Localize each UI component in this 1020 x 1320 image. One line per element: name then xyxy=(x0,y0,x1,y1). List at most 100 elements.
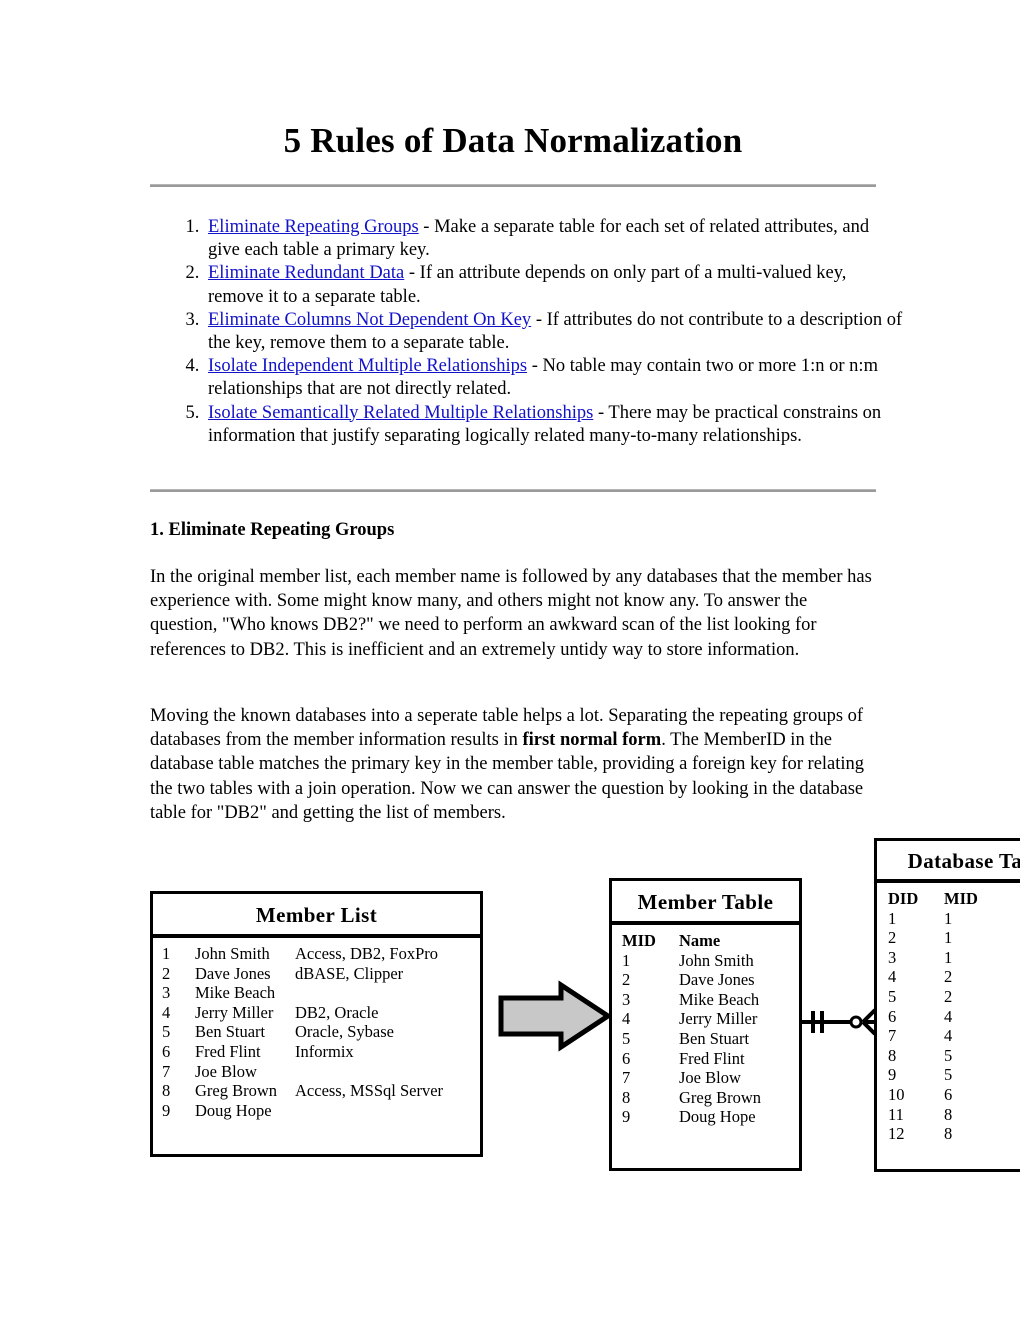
table-row: 85 xyxy=(888,1046,1020,1066)
member-list-cell-id: 5 xyxy=(162,1022,171,1042)
member-table-cell-mid: 4 xyxy=(622,1009,631,1029)
member-table-cell-name: Greg Brown xyxy=(679,1087,762,1107)
database-table-cell-mid: 2 xyxy=(944,986,953,1006)
database-table-cell-did: 9 xyxy=(888,1065,897,1085)
section-heading: 1. Eliminate Repeating Groups xyxy=(150,520,395,540)
table-row: 21 xyxy=(888,928,1020,948)
member-list-cell-id: 1 xyxy=(162,944,171,963)
database-table-cell-mid: 6 xyxy=(944,1084,953,1104)
rule-link-2[interactable]: Eliminate Redundant Data xyxy=(208,263,404,283)
entity-member-table: Member Table MID Name 1 John Smith 2 Dave Jon… xyxy=(609,878,802,1171)
member-table-cell-name: John Smith xyxy=(679,950,754,970)
database-table-header-mid: MID xyxy=(944,889,978,908)
member-table-cell-name: Jerry Miller xyxy=(679,1009,758,1029)
horizontal-rule-top xyxy=(150,184,876,187)
database-table-cell-mid: 5 xyxy=(944,1065,953,1085)
entity-member-list-title: Member List xyxy=(153,894,480,938)
member-table-cell-mid: 3 xyxy=(622,989,631,1009)
member-list-cell-name: Greg Brown xyxy=(195,1081,278,1101)
table-row: 52 xyxy=(888,987,1020,1007)
member-table-cell-name: Fred Flint xyxy=(679,1048,745,1068)
database-table-cell-mid: 8 xyxy=(944,1124,953,1144)
table-row: 11 8 xyxy=(888,1105,1020,1125)
member-list-cell-id: 4 xyxy=(162,1002,171,1022)
member-list-cell-name: Mike Beach xyxy=(195,983,276,1003)
member-table-cell-name: Ben Stuart xyxy=(679,1028,750,1048)
member-list-cell-name: Doug Hope xyxy=(195,1100,272,1120)
member-table-cell-mid: 1 xyxy=(622,950,631,970)
member-list-cell-databases: Access, MSSql Server xyxy=(295,1081,444,1101)
database-table-cell-mid: 1 xyxy=(944,947,953,967)
rule-list-item: Eliminate Columns Not Dependent On Key -… xyxy=(204,309,904,355)
table-row: 7 Joe Blow xyxy=(622,1068,799,1088)
entity-database-table-title: Database Table xyxy=(877,841,1020,883)
database-table-cell-did: 7 xyxy=(888,1026,897,1046)
rule-list-item: Isolate Semantically Related Multiple Re… xyxy=(204,402,904,448)
member-list-cell-id: 6 xyxy=(162,1041,171,1061)
table-row: 5 Ben Stuart xyxy=(622,1029,799,1049)
database-table-cell-did: 1 xyxy=(888,908,897,928)
member-table-cell-mid: 5 xyxy=(622,1028,631,1048)
member-table-cell-mid: 7 xyxy=(622,1068,631,1088)
member-table-cell-name: Joe Blow xyxy=(679,1068,741,1088)
rule-link-5[interactable]: Isolate Semantically Related Multiple Re… xyxy=(208,403,593,423)
document-page: 5 Rules of Data Normalization Eliminate … xyxy=(0,0,1020,1320)
database-table-cell-did: 11 xyxy=(888,1104,904,1124)
table-row: 74 xyxy=(888,1026,1020,1046)
table-row: 2 Dave Jones xyxy=(622,970,799,990)
member-list-cell-id: 2 xyxy=(162,963,171,983)
entity-database-table: Database Table DIDMID1121314252647485951… xyxy=(874,838,1020,1172)
member-list-cell-name: Joe Blow xyxy=(195,1061,257,1081)
table-row: 31 xyxy=(888,948,1020,968)
paragraph-first-normal-form: Moving the known databases into a sepera… xyxy=(150,704,878,825)
database-table-cell-did: 4 xyxy=(888,967,897,987)
database-table-cell-mid: 2 xyxy=(944,967,953,987)
database-table-cell-did: 3 xyxy=(888,947,897,967)
member-list-cell-id: 9 xyxy=(162,1100,171,1120)
database-table-cell-mid: 4 xyxy=(944,1026,953,1046)
member-list-cell-databases: Oracle, Sybase xyxy=(295,1022,394,1042)
member-list-cell-databases: Informix xyxy=(295,1041,354,1061)
member-list-cell-databases: dBASE, Clipper xyxy=(295,963,404,983)
member-list-cell-name: Dave Jones xyxy=(195,963,271,983)
table-row: 8 Greg Brown xyxy=(622,1088,799,1108)
database-table-cell-did: 12 xyxy=(888,1124,905,1144)
rule-list-item: Eliminate Redundant Data - If an attribu… xyxy=(204,262,904,308)
table-row: 9 Doug Hope xyxy=(622,1107,799,1127)
table-row: 1 John Smith xyxy=(622,951,799,971)
rule-link-4[interactable]: Isolate Independent Multiple Relationshi… xyxy=(208,356,527,376)
table-row: 4 Jerry Miller DB2, Oracle xyxy=(162,1003,480,1023)
database-table-cell-mid: 5 xyxy=(944,1045,953,1065)
table-row: 10 6 xyxy=(888,1085,1020,1105)
entity-member-table-body: MID Name 1 John Smith 2 Dave Jones 3 Mike Beach… xyxy=(612,925,799,1127)
paragraph-2-bold-term: first normal form xyxy=(522,730,662,751)
right-block-arrow-icon xyxy=(497,980,613,1052)
table-row: 4 Jerry Miller xyxy=(622,1009,799,1029)
normalization-rules-list: Eliminate Repeating Groups - Make a sepa… xyxy=(176,216,904,448)
table-row: 5 Ben Stuart Oracle, Sybase xyxy=(162,1022,480,1042)
member-table-cell-mid: 6 xyxy=(622,1048,631,1068)
table-header-row: MID Name xyxy=(622,931,799,951)
rule-list-item: Eliminate Repeating Groups - Make a sepa… xyxy=(204,216,904,262)
database-table-cell-did: 10 xyxy=(888,1084,905,1104)
paragraph-original-member-list: In the original member list, each member… xyxy=(150,567,872,660)
rule-list-item: Isolate Independent Multiple Relationshi… xyxy=(204,355,904,401)
database-table-cell-mid: 1 xyxy=(944,928,953,948)
database-table-cell-did: 5 xyxy=(888,986,897,1006)
table-row: 3 Mike Beach xyxy=(162,983,480,1003)
table-row: 11 xyxy=(888,909,1020,929)
member-list-cell-databases: Access, DB2, FoxPro xyxy=(295,944,438,963)
member-table-header-name: Name xyxy=(679,931,721,950)
table-row: 8 Greg Brown Access, MSSql Server xyxy=(162,1081,480,1101)
rule-link-3[interactable]: Eliminate Columns Not Dependent On Key xyxy=(208,310,531,330)
member-list-cell-id: 3 xyxy=(162,983,171,1003)
one-to-many-crowsfoot-icon xyxy=(801,1000,877,1044)
member-list-cell-name: Fred Flint xyxy=(195,1041,261,1061)
database-table-cell-did: 8 xyxy=(888,1045,897,1065)
member-list-cell-databases: DB2, Oracle xyxy=(295,1002,379,1022)
member-table-cell-name: Dave Jones xyxy=(679,970,755,990)
rule-link-1[interactable]: Eliminate Repeating Groups xyxy=(208,217,419,237)
table-row: 9 Doug Hope xyxy=(162,1101,480,1121)
entity-database-table-body: DID MID 1 1 2 1 3 1 4 2 5 2 6 4 7 4 8 5 9 5 10 6 11 8 12 8 xyxy=(877,883,1020,1144)
member-table-cell-mid: 9 xyxy=(622,1107,631,1127)
